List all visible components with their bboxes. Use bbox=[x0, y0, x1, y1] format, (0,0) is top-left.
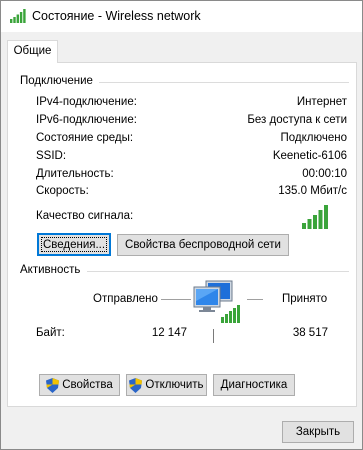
bytes-sent-value: 12 147 bbox=[151, 327, 187, 339]
close-button[interactable]: Закрыть bbox=[282, 421, 354, 443]
received-line bbox=[247, 299, 263, 300]
wireless-properties-button-label: Свойства беспроводной сети bbox=[125, 239, 281, 251]
bytes-received-value: 38 517 bbox=[292, 327, 328, 339]
close-button-label: Закрыть bbox=[295, 426, 341, 438]
window-title: Состояние - Wireless network bbox=[32, 9, 201, 23]
sent-label: Отправлено bbox=[93, 293, 158, 305]
ssid-value: Keenetic-6106 bbox=[272, 150, 347, 162]
speed-value: 135.0 Мбит/с bbox=[278, 185, 347, 197]
wireless-properties-button[interactable]: Свойства беспроводной сети bbox=[117, 234, 289, 256]
network-computers-icon bbox=[193, 280, 240, 323]
ipv6-value: Без доступа к сети bbox=[247, 114, 347, 126]
admin-shield-icon bbox=[46, 377, 60, 393]
ipv6-label: IPv6-подключение: bbox=[36, 114, 137, 126]
details-button[interactable]: Сведения... bbox=[37, 233, 111, 256]
disable-button-label: Отключить bbox=[145, 379, 204, 391]
speed-label: Скорость: bbox=[36, 185, 89, 197]
duration-value: 00:00:10 bbox=[302, 168, 347, 180]
activity-group-divider bbox=[87, 271, 349, 272]
media-state-label: Состояние среды: bbox=[36, 132, 134, 144]
disable-button[interactable]: Отключить bbox=[126, 374, 207, 396]
signal-strength-icon bbox=[302, 205, 328, 229]
focus-rectangle bbox=[41, 237, 107, 252]
media-state-value: Подключено bbox=[280, 132, 348, 144]
sent-line bbox=[161, 299, 191, 300]
ipv4-label: IPv4-подключение: bbox=[36, 96, 137, 108]
admin-shield-icon bbox=[129, 377, 143, 393]
activity-group-heading: Активность bbox=[20, 264, 85, 276]
title-bar[interactable]: Состояние - Wireless network bbox=[1, 1, 362, 32]
bytes-label: Байт: bbox=[36, 327, 65, 339]
tab-general-label: Общие bbox=[13, 45, 52, 57]
duration-label: Длительность: bbox=[36, 168, 114, 180]
wireless-network-icon bbox=[10, 9, 26, 23]
properties-button-label: Свойства bbox=[62, 379, 113, 391]
received-label: Принято bbox=[282, 293, 328, 305]
ssid-label: SSID: bbox=[36, 150, 67, 162]
status-dialog: Состояние - Wireless network Общие Подкл… bbox=[0, 0, 363, 450]
bytes-separator bbox=[213, 329, 214, 343]
tab-general[interactable]: Общие bbox=[7, 40, 58, 63]
connection-group-heading: Подключение bbox=[20, 75, 97, 87]
properties-button[interactable]: Свойства bbox=[39, 374, 120, 396]
connection-group-divider bbox=[99, 82, 349, 83]
diagnose-button[interactable]: Диагностика bbox=[213, 374, 295, 396]
ipv4-value: Интернет bbox=[296, 96, 347, 108]
diagnose-button-label: Диагностика bbox=[220, 379, 288, 391]
signal-quality-label: Качество сигнала: bbox=[36, 210, 134, 222]
